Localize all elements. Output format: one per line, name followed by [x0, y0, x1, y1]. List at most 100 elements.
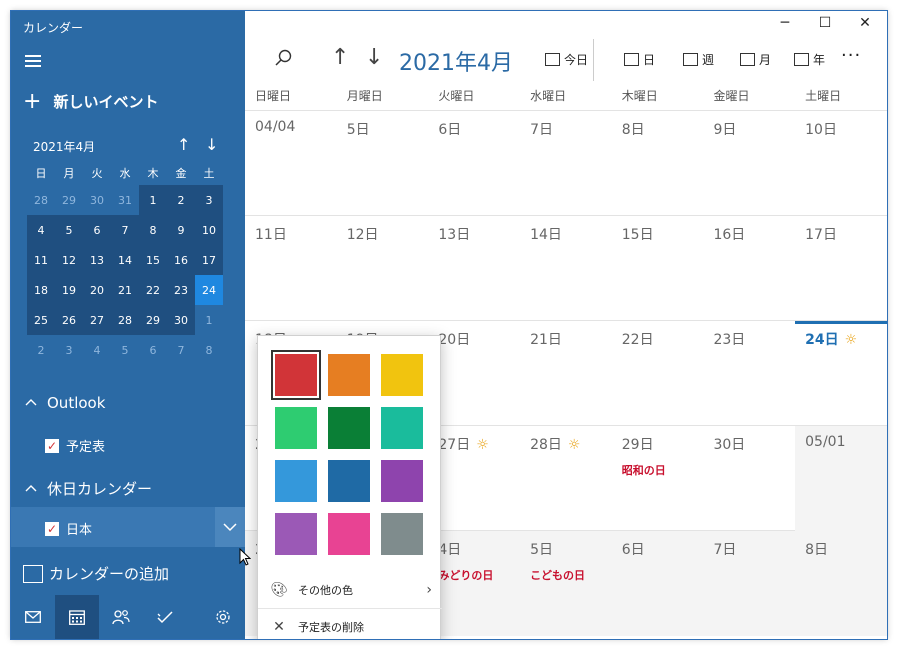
mini-calendar-day[interactable]: 19: [55, 275, 83, 305]
mini-calendar-day[interactable]: 11: [27, 245, 55, 275]
week-view-button[interactable]: 週: [683, 51, 714, 68]
color-swatch[interactable]: [275, 460, 317, 502]
calendar-nav-icon[interactable]: [55, 595, 99, 639]
mini-next-month-arrow-down-icon[interactable]: ↓: [205, 135, 218, 154]
mini-calendar-day[interactable]: 27: [83, 305, 111, 335]
month-view-button[interactable]: 月: [740, 51, 771, 68]
calendar-day-cell[interactable]: 8日: [795, 531, 887, 636]
close-icon[interactable]: ✕: [845, 15, 885, 31]
calendar-day-cell[interactable]: 7日: [703, 531, 796, 636]
more-colors-menu-item[interactable]: 🎨︎ その他の色 ›: [270, 582, 432, 598]
color-swatch[interactable]: [328, 407, 370, 449]
calendar-day-cell[interactable]: 5日: [337, 111, 429, 216]
mini-calendar-day[interactable]: 28: [27, 185, 55, 215]
mini-calendar-day[interactable]: 12: [55, 245, 83, 275]
minimize-icon[interactable]: ─: [765, 15, 805, 31]
calendar-day-cell[interactable]: 28日 ☼: [520, 426, 612, 531]
calendar-day-cell[interactable]: 5日 こどもの日: [520, 531, 612, 636]
more-options-icon[interactable]: ···: [841, 45, 861, 66]
color-swatch[interactable]: [328, 513, 370, 555]
todo-check-icon[interactable]: [143, 595, 187, 639]
mini-calendar-day[interactable]: 1: [139, 185, 167, 215]
color-swatch[interactable]: [275, 407, 317, 449]
mini-calendar-day[interactable]: 31: [111, 185, 139, 215]
mini-calendar-day[interactable]: 22: [139, 275, 167, 305]
mini-calendar-day[interactable]: 8: [195, 335, 223, 365]
mini-calendar-day[interactable]: 29: [55, 185, 83, 215]
calendar-day-cell[interactable]: 8日: [612, 111, 704, 216]
checkbox-checked-icon[interactable]: ✓: [45, 438, 59, 453]
mini-calendar-day[interactable]: 7: [111, 215, 139, 245]
color-swatch[interactable]: [275, 513, 317, 555]
calendar-day-cell[interactable]: 30日: [703, 426, 795, 531]
mini-calendar-day[interactable]: 28: [111, 305, 139, 335]
calendar-day-cell[interactable]: 27日 ☼: [428, 426, 520, 531]
mini-calendar-day[interactable]: 7: [167, 335, 195, 365]
checkbox-checked-icon[interactable]: ✓: [45, 521, 59, 536]
mini-calendar-day[interactable]: 8: [139, 215, 167, 245]
calendar-day-cell[interactable]: 11日: [245, 216, 337, 321]
mini-calendar-day[interactable]: 9: [167, 215, 195, 245]
calendar-item-schedule[interactable]: ✓ 予定表: [45, 436, 105, 455]
today-button[interactable]: 今日: [545, 51, 588, 68]
calendar-day-cell[interactable]: 4日 みどりの日: [428, 531, 521, 636]
calendar-day-cell[interactable]: 29日 昭和の日: [612, 426, 704, 531]
next-month-arrow-down-icon[interactable]: ↓: [365, 45, 383, 70]
day-view-button[interactable]: 日: [624, 51, 655, 68]
mini-calendar-day[interactable]: 2: [167, 185, 195, 215]
section-holidays[interactable]: 休日カレンダー: [25, 478, 152, 499]
color-swatch[interactable]: [381, 407, 423, 449]
mini-calendar-day[interactable]: 1: [195, 305, 223, 335]
remove-calendar-menu-item[interactable]: ✕ 予定表の削除: [270, 619, 432, 635]
mini-calendar-day[interactable]: 5: [111, 335, 139, 365]
calendar-day-cell[interactable]: 10日: [795, 111, 887, 216]
calendar-day-cell[interactable]: 22日: [612, 321, 704, 426]
mini-calendar-day[interactable]: 13: [83, 245, 111, 275]
mini-calendar-day[interactable]: 18: [27, 275, 55, 305]
color-swatch[interactable]: [328, 354, 370, 396]
mini-calendar-day[interactable]: 17: [195, 245, 223, 275]
color-swatch[interactable]: [328, 460, 370, 502]
year-view-button[interactable]: 年: [794, 51, 825, 68]
mini-calendar-day[interactable]: 25: [27, 305, 55, 335]
settings-gear-icon[interactable]: [201, 595, 245, 639]
calendar-day-cell[interactable]: 20日: [428, 321, 520, 426]
holiday-event[interactable]: みどりの日: [438, 567, 520, 583]
mini-calendar-day[interactable]: 23: [167, 275, 195, 305]
mini-calendar-day[interactable]: 26: [55, 305, 83, 335]
mini-calendar-day[interactable]: 14: [111, 245, 139, 275]
mini-calendar-day[interactable]: 6: [83, 215, 111, 245]
mini-calendar-day[interactable]: 30: [167, 305, 195, 335]
mini-calendar-day[interactable]: 3: [195, 185, 223, 215]
calendar-day-cell[interactable]: 17日: [795, 216, 887, 321]
color-swatch[interactable]: [381, 513, 423, 555]
calendar-day-cell[interactable]: 16日: [703, 216, 795, 321]
calendar-day-cell[interactable]: 23日: [703, 321, 795, 426]
new-event-button[interactable]: + 新しいイベント: [23, 90, 158, 112]
color-swatch[interactable]: [381, 460, 423, 502]
current-month-title[interactable]: 2021年4月: [399, 45, 513, 77]
calendar-day-cell[interactable]: 14日: [520, 216, 612, 321]
calendar-color-dropdown-button[interactable]: [215, 507, 245, 547]
mini-calendar-day[interactable]: 3: [55, 335, 83, 365]
calendar-day-cell[interactable]: 05/01: [795, 426, 887, 531]
mini-calendar-day[interactable]: 4: [27, 215, 55, 245]
search-icon[interactable]: [275, 49, 293, 67]
calendar-day-cell[interactable]: 9日: [703, 111, 795, 216]
calendar-day-cell[interactable]: 7日: [520, 111, 612, 216]
mini-calendar-day[interactable]: 10: [195, 215, 223, 245]
mini-calendar-day[interactable]: 29: [139, 305, 167, 335]
mini-calendar-day[interactable]: 15: [139, 245, 167, 275]
mail-icon[interactable]: [11, 595, 55, 639]
holiday-event[interactable]: こどもの日: [530, 567, 612, 583]
mini-prev-month-arrow-up-icon[interactable]: ↑: [177, 135, 190, 154]
mini-calendar-day[interactable]: 4: [83, 335, 111, 365]
calendar-day-cell[interactable]: 24日 ☼: [795, 321, 887, 426]
calendar-day-cell[interactable]: 13日: [428, 216, 520, 321]
mini-calendar-day[interactable]: 20: [83, 275, 111, 305]
mini-calendar-day[interactable]: 16: [167, 245, 195, 275]
color-swatch[interactable]: [271, 350, 321, 400]
section-outlook[interactable]: Outlook: [25, 394, 105, 412]
add-calendar-button[interactable]: カレンダーの追加: [23, 563, 169, 584]
calendar-day-cell[interactable]: 6日: [428, 111, 520, 216]
